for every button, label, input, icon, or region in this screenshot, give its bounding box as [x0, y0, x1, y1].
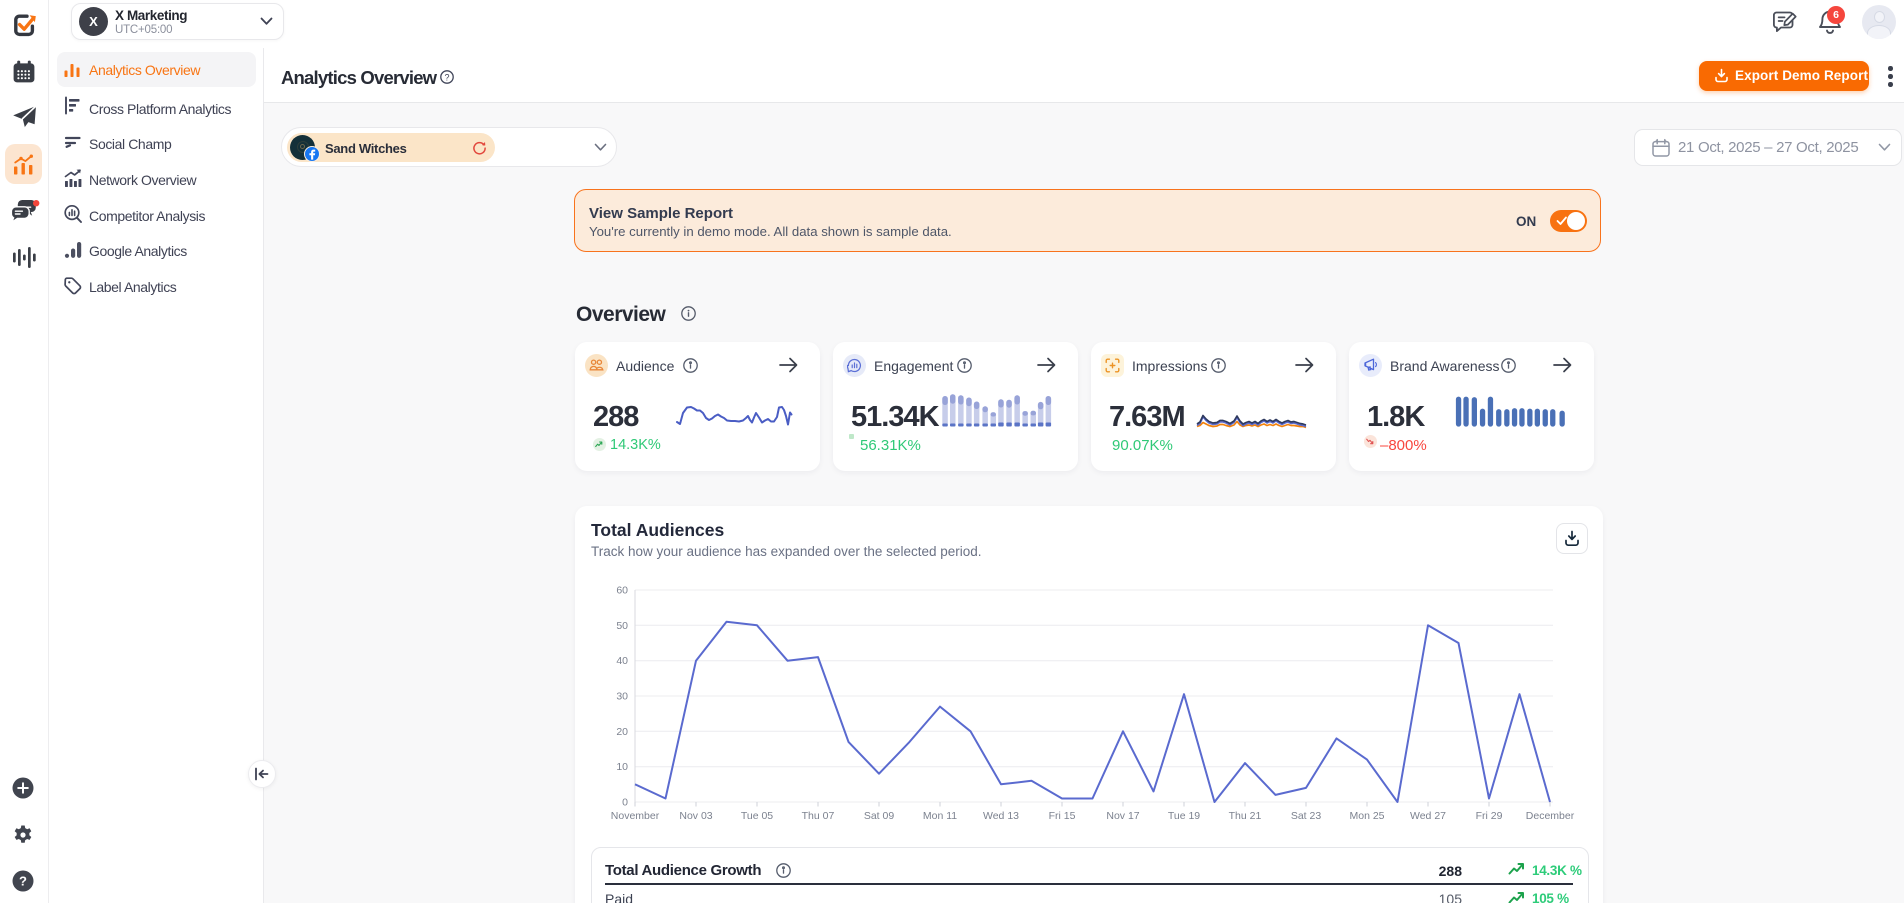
svg-text:?: ? — [19, 874, 27, 889]
svg-text:?: ? — [444, 72, 449, 82]
